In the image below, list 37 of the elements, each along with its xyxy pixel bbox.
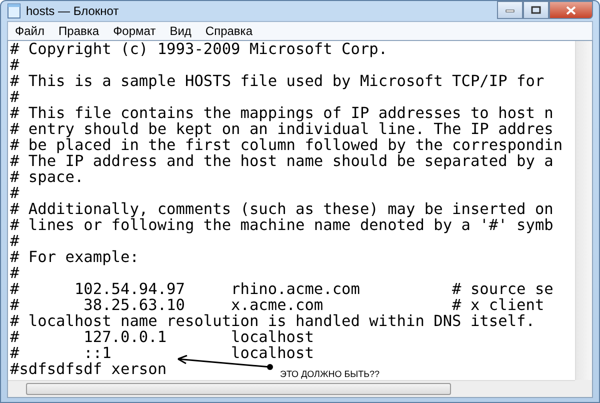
text-line: # [10, 185, 20, 201]
text-line: # be placed in the first column followed by the correspondin [10, 137, 563, 153]
text-line: # entry should be kept on an individual line. The IP addres [10, 121, 554, 137]
annotation-text: ЭТО ДОЛЖНО БЫТЬ?? [280, 369, 380, 379]
close-button[interactable] [549, 1, 593, 19]
window-title: hosts — Блокнот [26, 4, 119, 18]
maximize-icon [531, 6, 541, 14]
text-line: # [10, 89, 20, 105]
notepad-icon [7, 3, 21, 19]
vertical-scrollbar[interactable] [575, 41, 592, 380]
menu-item[interactable]: Файл [15, 24, 45, 38]
menu-item[interactable]: Справка [205, 24, 252, 38]
text-line: # This file contains the mappings of IP addresses to host n [10, 105, 554, 121]
menu-item[interactable]: Вид [170, 24, 192, 38]
text-line: # lines or following the machine name denoted by a '#' symb [10, 217, 554, 233]
maximize-button[interactable] [523, 1, 549, 19]
text-line: # Copyright (c) 1993-2009 Microsoft Corp. [10, 41, 388, 57]
text-line: # [10, 233, 20, 249]
scrollbar-corner [575, 380, 592, 397]
horizontal-scrollbar[interactable] [8, 380, 575, 397]
menu-item[interactable]: Правка [58, 24, 100, 38]
menu-item[interactable]: Формат [113, 24, 156, 38]
text-line: # 127.0.0.1 localhost [10, 329, 314, 345]
text-line: # ::1 localhost [10, 345, 314, 361]
text-line: # localhost name resolution is handled within DNS itself. [10, 313, 535, 329]
text-line: # space. [10, 169, 84, 185]
text-line: # This is a sample HOSTS file used by Microsoft TCP/IP for [10, 73, 544, 89]
text-line: # Additionally, comments (such as these) may be inserted on [10, 201, 554, 217]
text-line: # 102.54.94.97 rhino.acme.com # source se [10, 281, 554, 297]
text-line: # 38.25.63.10 x.acme.com # x client [10, 297, 544, 313]
text-line: # [10, 265, 20, 281]
close-icon [566, 6, 576, 14]
text-line: # For example: [10, 249, 139, 265]
minimize-icon [505, 7, 515, 13]
text-line: # The IP address and the host name should be separated by a [10, 153, 554, 169]
text-line: #sdfsdfsdf xerson [10, 361, 167, 377]
text-line: # [10, 57, 20, 73]
